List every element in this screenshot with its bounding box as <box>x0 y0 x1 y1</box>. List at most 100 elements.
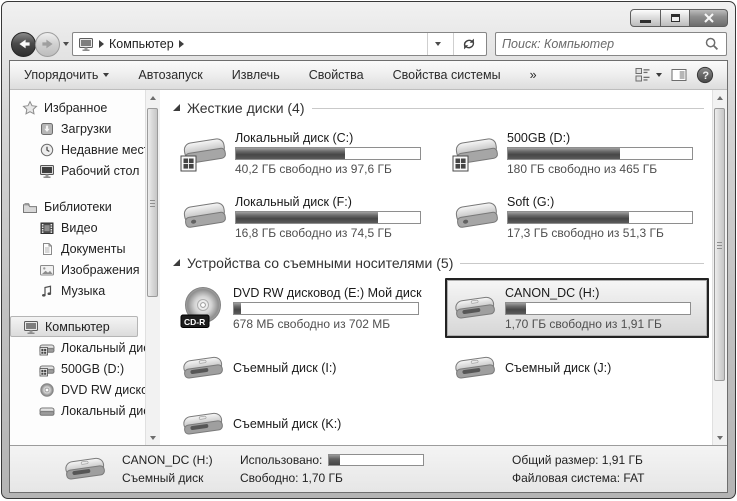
organize-button[interactable]: Упорядочить <box>24 68 109 82</box>
desktop-icon <box>39 163 55 179</box>
capacity-bar <box>235 147 421 160</box>
group-title[interactable]: Устройства со съемными носителями (5) <box>187 255 453 271</box>
properties-button[interactable]: Свойства <box>309 68 364 82</box>
music-icon <box>39 283 55 299</box>
chevron-down-icon <box>103 73 109 77</box>
sidebar-item-local-disk-c[interactable]: Локальный диск <box>10 337 145 358</box>
navigation-pane: Избранное Загрузки Недавние места Рабочи… <box>10 90 160 445</box>
hdd-icon <box>452 196 500 238</box>
scrollbar-thumb[interactable] <box>714 108 725 381</box>
drive-free-space: 16,8 ГБ свободно из 74,5 ГБ <box>235 226 430 240</box>
recent-pages-dropdown[interactable] <box>63 42 69 46</box>
sidebar-item-documents[interactable]: Документы <box>10 238 145 259</box>
maximize-icon <box>671 14 680 22</box>
sidebar-item-video[interactable]: Видео <box>10 217 145 238</box>
autoplay-button[interactable]: Автозапуск <box>138 68 202 82</box>
views-icon <box>635 67 651 83</box>
drive-name: 500GB (D:) <box>507 131 702 145</box>
scrollbar-track[interactable] <box>146 105 160 430</box>
address-dropdown-button[interactable] <box>427 33 448 55</box>
minimize-button[interactable] <box>630 9 661 27</box>
collapse-group-arrow[interactable] <box>173 104 180 111</box>
collapse-group-arrow[interactable] <box>173 259 180 266</box>
group-title[interactable]: Жесткие диски (4) <box>187 100 305 116</box>
maximize-button[interactable] <box>661 9 690 27</box>
sidebar-scrollbar[interactable] <box>145 90 160 445</box>
removable-drive-icon <box>180 351 226 385</box>
content-scrollbar[interactable] <box>712 90 727 445</box>
drive-free-space: 678 МБ свободно из 702 МБ <box>233 317 430 331</box>
recent-places-icon <box>39 142 55 158</box>
refresh-button[interactable] <box>453 33 484 55</box>
hdd-windows-icon <box>452 132 500 174</box>
sidebar-item-pictures[interactable]: Изображения <box>10 259 145 280</box>
drive-name: CANON_DC (H:) <box>505 286 702 300</box>
drive-tile-g[interactable]: Soft (G:) 17,3 ГБ свободно из 51,3 ГБ <box>445 187 709 247</box>
group-divider <box>312 108 704 109</box>
system-properties-button[interactable]: Свойства системы <box>393 68 501 82</box>
search-input[interactable] <box>502 37 704 51</box>
drive-tile-c[interactable]: Локальный диск (C:) 40,2 ГБ свободно из … <box>173 123 437 183</box>
sidebar-item-desktop[interactable]: Рабочий стол <box>10 160 145 181</box>
scroll-up-arrow[interactable] <box>713 90 727 105</box>
dvd-disc-icon <box>39 382 55 398</box>
refresh-icon <box>461 36 477 52</box>
change-view-button[interactable] <box>635 67 662 83</box>
address-bar[interactable]: Компьютер <box>72 32 487 56</box>
capacity-bar <box>507 147 693 160</box>
status-used-label: Использовано: <box>240 453 322 467</box>
sidebar-item-libraries[interactable]: Библиотеки <box>10 196 145 217</box>
sidebar-item-disk-d[interactable]: 500GB (D:) <box>10 358 145 379</box>
drive-tile-e-dvd[interactable]: DVD RW дисковод (E:) Мой диск 678 МБ сво… <box>173 278 437 338</box>
sidebar-item-music[interactable]: Музыка <box>10 280 145 301</box>
breadcrumb[interactable]: Компьютер <box>109 37 174 51</box>
preview-pane-button[interactable] <box>671 67 687 83</box>
toolbar-overflow-button[interactable]: » <box>530 68 537 82</box>
sidebar-item-downloads[interactable]: Загрузки <box>10 118 145 139</box>
sidebar-item-dvd-drive[interactable]: DVD RW дисково <box>10 379 145 400</box>
drive-tile-h-canon-dc[interactable]: CANON_DC (H:) 1,70 ГБ свободно из 1,91 Г… <box>445 278 709 338</box>
sidebar-item-local-disk[interactable]: Локальный диск <box>10 400 145 421</box>
eject-button[interactable]: Извлечь <box>232 68 280 82</box>
capacity-bar <box>233 302 419 315</box>
drive-tile-j[interactable]: Съемный диск (J:) <box>445 342 709 394</box>
command-toolbar: Упорядочить Автозапуск Извлечь Свойства … <box>10 61 727 90</box>
chevron-down-icon <box>656 73 662 77</box>
drive-name: DVD RW дисковод (E:) Мой диск <box>233 286 430 300</box>
close-button[interactable] <box>690 9 728 27</box>
scroll-down-arrow[interactable] <box>146 430 160 445</box>
drive-free-space: 180 ГБ свободно из 465 ГБ <box>507 162 702 176</box>
sidebar-item-recent-places[interactable]: Недавние места <box>10 139 145 160</box>
drive-tile-k[interactable]: Съемный диск (K:) <box>173 398 437 445</box>
computer-icon <box>23 319 39 335</box>
drive-tile-d[interactable]: 500GB (D:) 180 ГБ свободно из 465 ГБ <box>445 123 709 183</box>
forward-button[interactable] <box>35 32 60 57</box>
help-button[interactable] <box>696 66 714 84</box>
removable-tiles: DVD RW дисковод (E:) Мой диск 678 МБ сво… <box>173 278 710 445</box>
status-filesystem: Файловая система: FAT <box>512 471 645 485</box>
search-icon <box>704 36 720 52</box>
titlebar[interactable] <box>2 2 735 28</box>
status-free-space: Свободно: 1,70 ГБ <box>240 471 343 485</box>
scroll-up-arrow[interactable] <box>146 90 160 105</box>
sidebar-item-computer[interactable]: Компьютер <box>10 316 138 337</box>
search-box[interactable] <box>495 32 727 56</box>
scrollbar-track[interactable] <box>713 105 727 430</box>
drive-name: Soft (G:) <box>507 195 702 209</box>
breadcrumb-separator-icon[interactable] <box>179 40 184 48</box>
hdd-windows-icon <box>39 340 55 356</box>
scroll-down-arrow[interactable] <box>713 430 727 445</box>
breadcrumb-separator-icon[interactable] <box>99 40 104 48</box>
status-drive-type: Съемный диск <box>122 471 240 485</box>
window-controls <box>630 9 728 27</box>
group-header-hard-disks: Жесткие диски (4) <box>173 100 704 116</box>
drive-tile-i[interactable]: Съемный диск (I:) <box>173 342 437 394</box>
drive-tile-f[interactable]: Локальный диск (F:) 16,8 ГБ свободно из … <box>173 187 437 247</box>
sidebar-item-favorites[interactable]: Избранное <box>10 97 145 118</box>
sidebar-list: Избранное Загрузки Недавние места Рабочи… <box>10 90 145 445</box>
scrollbar-thumb[interactable] <box>147 108 158 297</box>
capacity-bar <box>235 211 421 224</box>
navigation-bar: Компьютер <box>2 28 735 60</box>
back-button[interactable] <box>11 32 36 57</box>
client-area: Упорядочить Автозапуск Извлечь Свойства … <box>9 60 728 493</box>
